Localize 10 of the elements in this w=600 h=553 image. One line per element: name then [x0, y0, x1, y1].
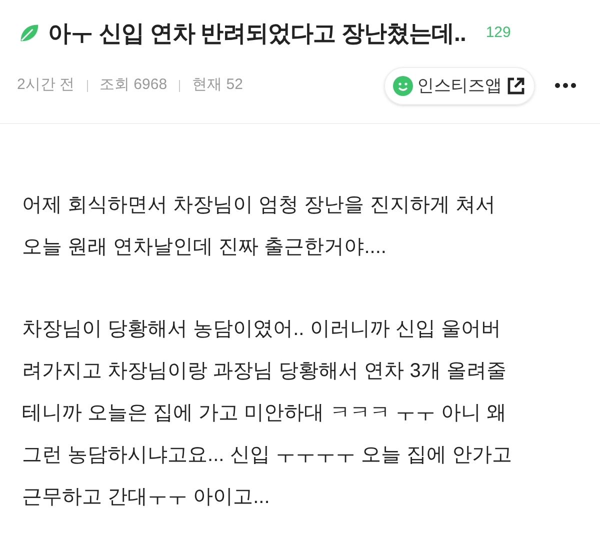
smiley-icon: [393, 76, 413, 96]
view-count: 조회 6968: [100, 75, 168, 96]
external-link-icon: [506, 76, 526, 96]
post-time: 2시간 전: [17, 75, 75, 96]
leaf-icon: [18, 22, 40, 44]
app-button[interactable]: 인스티즈앱: [384, 66, 535, 104]
post-title: 아ㅜ 신입 연차 반려되었다고 장난쳤는데..: [48, 19, 466, 48]
body-paragraph: 어제 회식하면서 차장님이 엄청 장난을 진지하게 쳐서 오늘 원래 연차날인데 진짜 출근한거야....: [22, 192, 496, 260]
current-viewers: 현재 52: [192, 75, 243, 96]
body-paragraph: 차장님이 당황해서 농담이였어.. 이러니까 신입 울어버 려가지고 차장님이랑 과장님 당황해서 연차 3개 올려줄 테니까 오늘은 집에 가고 미안하대 ㅋㅋㅋ ㅜㅜ 아니 왜 그런 농담하시냐고요... 신입 ㅜㅜㅜㅜ 오늘 집에 안가고 근무하고 간대ㅜㅜ 아이고...: [22, 316, 514, 510]
